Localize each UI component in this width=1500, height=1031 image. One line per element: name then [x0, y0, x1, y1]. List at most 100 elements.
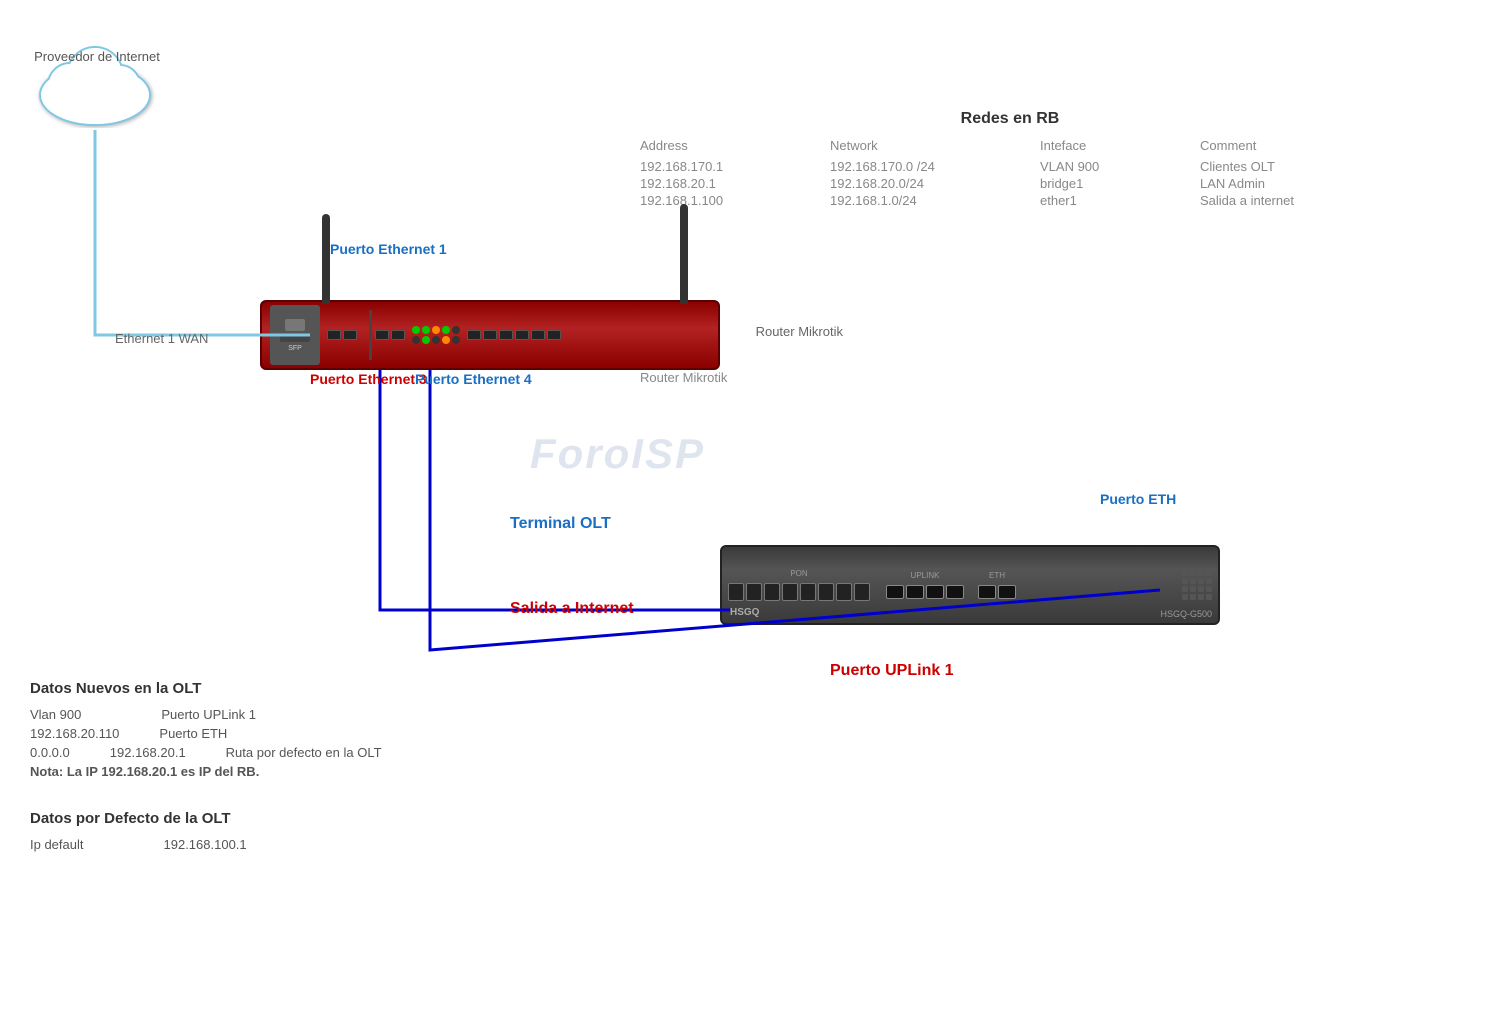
router-eth-group2: [375, 330, 405, 340]
router-eth8-port: [515, 330, 529, 340]
redes-rb-grid: Address Network Inteface Comment 192.168…: [640, 138, 1380, 208]
redes-row1-address: 192.168.170.1: [640, 159, 820, 174]
olt-uplink3: [926, 585, 944, 599]
router-mikrotik: SFP Router Mikrotik: [260, 300, 720, 370]
datos-nuevos-ruta: Ruta por defecto en la OLT: [226, 745, 382, 760]
led-10: [452, 336, 460, 344]
router-eth6-port: [483, 330, 497, 340]
redes-row3-network: 192.168.1.0/24: [830, 193, 1030, 208]
router-eth4-port: [391, 330, 405, 340]
col-header-inteface: Inteface: [1040, 138, 1190, 157]
datos-nuevos-puerto-eth: Puerto ETH: [159, 726, 227, 741]
router-eth-group3: [467, 330, 561, 340]
datos-nuevos-row2: 192.168.20.110 Puerto ETH: [30, 726, 382, 741]
redes-row3-comment: Salida a internet: [1200, 193, 1380, 208]
datos-nuevos-ip3: 192.168.20.1: [110, 745, 186, 760]
olt-model: HSGQ-G500: [1160, 609, 1212, 619]
datos-defecto-title: Datos por Defecto de la OLT: [30, 810, 247, 827]
led-6: [412, 336, 420, 344]
label-salida-internet: Salida a Internet: [510, 600, 634, 618]
router-eth2-port: [343, 330, 357, 340]
datos-nuevos-row3: 0.0.0.0 192.168.20.1 Ruta por defecto en…: [30, 745, 382, 760]
datos-nuevos-note: Nota: La IP 192.168.20.1 es IP del RB.: [30, 764, 382, 779]
router-sfp-port: [285, 319, 305, 331]
olt-sfp6: [818, 583, 834, 601]
led-9: [442, 336, 450, 344]
olt-sfp1: [728, 583, 744, 601]
redes-rb-title: Redes en RB: [640, 110, 1380, 128]
olt-uplink1: [886, 585, 904, 599]
label-puerto-uplink: Puerto UPLink 1: [830, 660, 954, 682]
olt-device: PON UPLINK ETH: [720, 545, 1220, 625]
redes-row2-network: 192.168.20.0/24: [830, 176, 1030, 191]
olt-uplink-section: UPLINK: [886, 571, 964, 599]
router-eth7-port: [499, 330, 513, 340]
redes-row3-address: 192.168.1.100: [640, 193, 820, 208]
olt-pon-section: PON: [728, 569, 870, 601]
datos-defecto-section: Datos por Defecto de la OLT Ip default 1…: [30, 810, 247, 852]
datos-nuevos-ip2: 0.0.0.0: [30, 745, 70, 760]
router-leds: [412, 326, 460, 344]
olt-eth1: [978, 585, 996, 599]
olt-sfp4: [782, 583, 798, 601]
redes-row1-iface: VLAN 900: [1040, 159, 1190, 174]
router-eth3-port: [375, 330, 389, 340]
redes-row2-address: 192.168.20.1: [640, 176, 820, 191]
ip-default-label: Ip default: [30, 837, 84, 852]
foroISP-watermark: ForoISP: [530, 430, 705, 478]
olt-pon-ports: [728, 583, 870, 601]
olt-uplink4: [946, 585, 964, 599]
label-puerto-eth3: Puerto Ethernet 3: [310, 370, 427, 390]
olt-eth-ports: [978, 585, 1016, 599]
olt-uplink-ports: [886, 585, 964, 599]
led-4: [442, 326, 450, 334]
label-puerto-eth1: Puerto Ethernet 1: [330, 240, 447, 260]
olt-sfp7: [836, 583, 852, 601]
ip-default-value: 192.168.100.1: [164, 837, 247, 852]
olt-leds: [1182, 570, 1212, 600]
col-header-network: Network: [830, 138, 1030, 157]
label-router-mikrotik: Router Mikrotik: [640, 370, 727, 385]
olt-eth-section: ETH: [978, 571, 1016, 599]
redes-row2-comment: LAN Admin: [1200, 176, 1380, 191]
cloud-label: Proveedor de Internet: [32, 48, 162, 66]
label-puerto-eth4: Puerto Ethernet 4: [415, 370, 532, 390]
olt-eth2: [998, 585, 1016, 599]
olt-uplink2: [906, 585, 924, 599]
col-header-comment: Comment: [1200, 138, 1380, 157]
led-7: [422, 336, 430, 344]
label-eth1-wan: Ethernet 1 WAN: [115, 330, 208, 348]
router-eth9-port: [531, 330, 545, 340]
label-terminal-olt: Terminal OLT: [510, 515, 611, 533]
datos-nuevos-section: Datos Nuevos en la OLT Vlan 900 Puerto U…: [30, 680, 382, 779]
router-eth5-port: [467, 330, 481, 340]
router-antenna-left: [322, 214, 330, 304]
router-eth10-port: [547, 330, 561, 340]
datos-nuevos-ip1: 192.168.20.110: [30, 726, 119, 741]
led-3: [432, 326, 440, 334]
datos-nuevos-title: Datos Nuevos en la OLT: [30, 680, 382, 697]
olt-brand: HSGQ: [730, 607, 759, 618]
cloud-shape: [30, 30, 160, 130]
redes-row2-iface: bridge1: [1040, 176, 1190, 191]
col-header-address: Address: [640, 138, 820, 157]
olt-sfp5: [800, 583, 816, 601]
redes-row3-iface: ether1: [1040, 193, 1190, 208]
redes-rb-section: Redes en RB Address Network Inteface Com…: [640, 110, 1380, 208]
led-1: [412, 326, 420, 334]
router-eth1-port: [327, 330, 341, 340]
datos-nuevos-uplink: Puerto UPLink 1: [161, 707, 256, 722]
olt-sfp3: [764, 583, 780, 601]
redes-row1-network: 192.168.170.0 /24: [830, 159, 1030, 174]
olt-sfp2: [746, 583, 762, 601]
redes-row1-comment: Clientes OLT: [1200, 159, 1380, 174]
led-8: [432, 336, 440, 344]
router-left-panel: SFP: [270, 305, 320, 365]
router-label: Router Mikrotik: [756, 324, 843, 339]
olt-sfp8: [854, 583, 870, 601]
datos-nuevos-row1: Vlan 900 Puerto UPLink 1: [30, 707, 382, 722]
datos-defecto-row: Ip default 192.168.100.1: [30, 837, 247, 852]
router-antenna-right: [680, 204, 688, 304]
datos-nuevos-vlan: Vlan 900: [30, 707, 81, 722]
label-puerto-eth: Puerto ETH: [1100, 490, 1176, 510]
